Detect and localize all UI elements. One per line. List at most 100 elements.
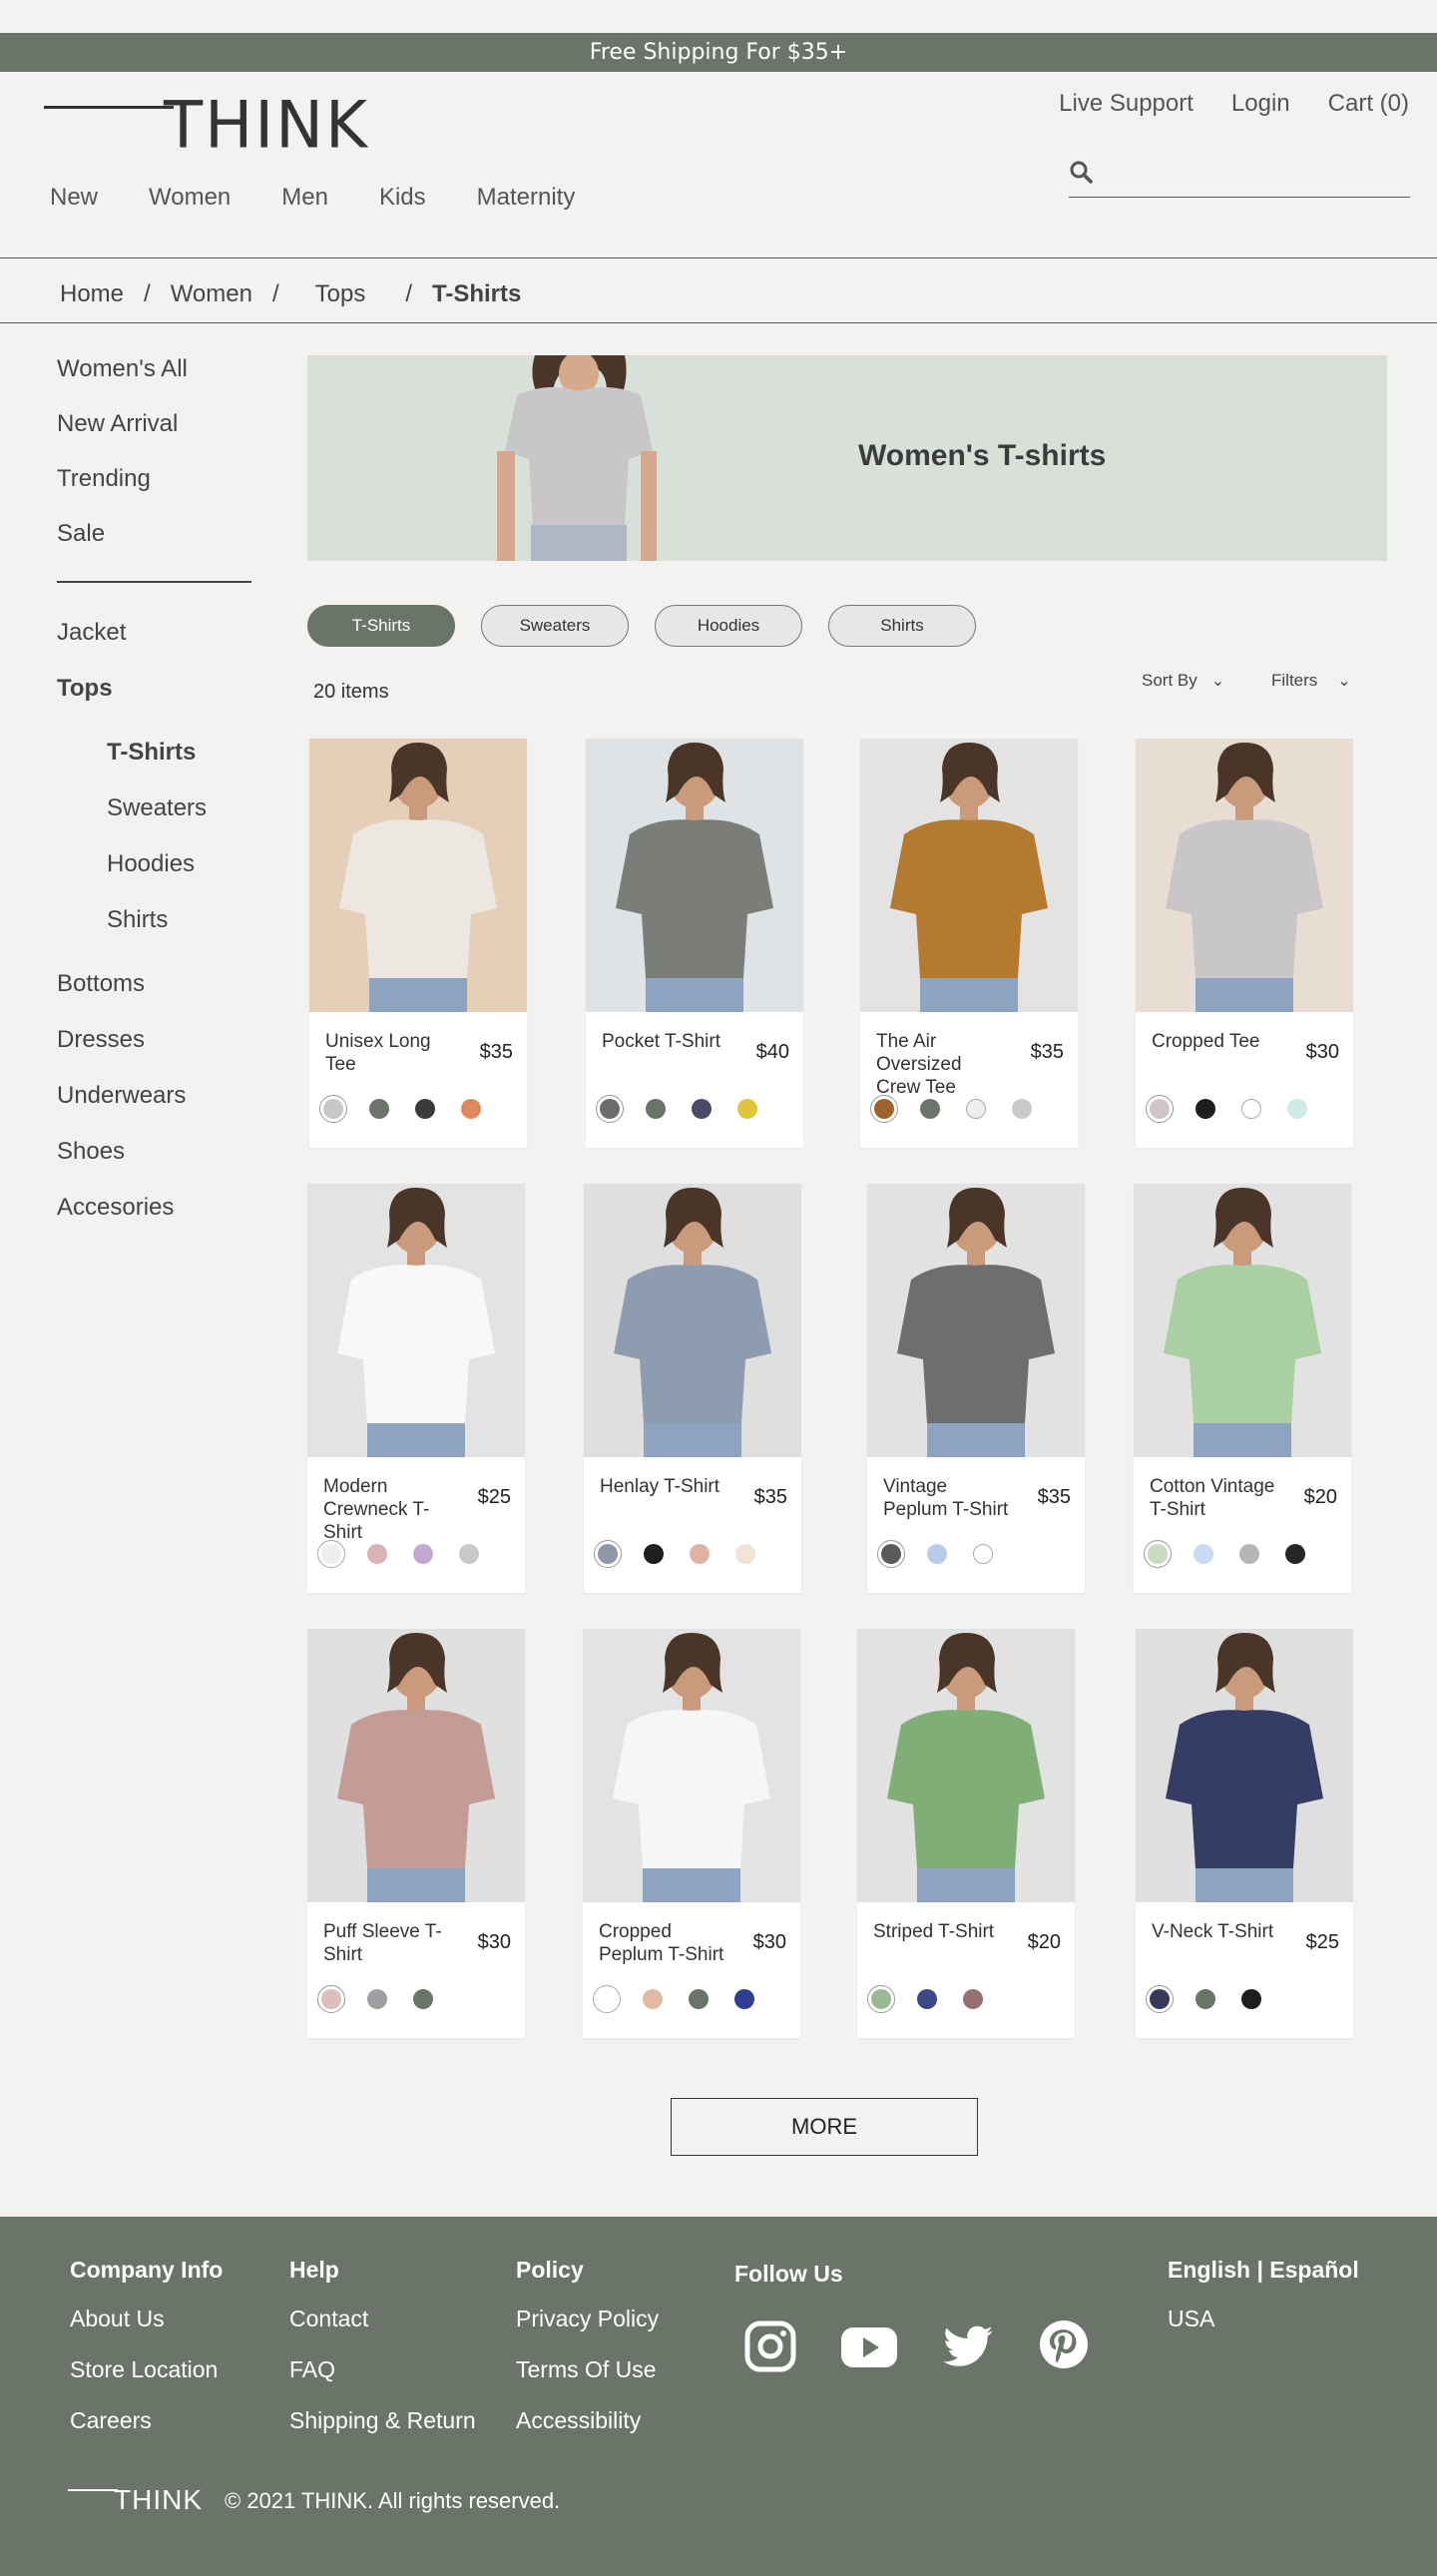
pinterest-icon[interactable] bbox=[1037, 2319, 1091, 2378]
sidebar-item-shoes[interactable]: Shoes bbox=[57, 1138, 125, 1166]
color-swatch[interactable] bbox=[1241, 1989, 1261, 2009]
footer-link-store-location[interactable]: Store Location bbox=[70, 2356, 223, 2383]
color-swatch[interactable] bbox=[877, 1540, 905, 1568]
footer-link-privacy[interactable]: Privacy Policy bbox=[516, 2306, 659, 2332]
live-support-link[interactable]: Live Support bbox=[1059, 90, 1194, 118]
product-name[interactable]: Cotton Vintage T-Shirt bbox=[1150, 1475, 1279, 1521]
footer-link-contact[interactable]: Contact bbox=[289, 2306, 476, 2332]
sidebar-item-sale[interactable]: Sale bbox=[57, 520, 105, 548]
footer-link-shipping[interactable]: Shipping & Return bbox=[289, 2407, 476, 2434]
sidebar-item-new-arrival[interactable]: New Arrival bbox=[57, 410, 178, 438]
color-swatch[interactable] bbox=[1196, 1989, 1215, 2009]
product-image[interactable] bbox=[860, 739, 1078, 1012]
color-swatch[interactable] bbox=[596, 1095, 624, 1123]
color-swatch[interactable] bbox=[594, 1540, 622, 1568]
nav-men[interactable]: Men bbox=[281, 184, 328, 212]
nav-maternity[interactable]: Maternity bbox=[477, 184, 576, 212]
product-image[interactable] bbox=[586, 739, 803, 1012]
color-swatch[interactable] bbox=[415, 1099, 435, 1119]
color-swatch[interactable] bbox=[1146, 1095, 1174, 1123]
sidebar-subitem-hoodies[interactable]: Hoodies bbox=[107, 850, 195, 878]
product-name[interactable]: Cropped Peplum T-Shirt bbox=[599, 1920, 728, 1966]
cart-link[interactable]: Cart (0) bbox=[1328, 90, 1409, 118]
product-name[interactable]: Pocket T-Shirt bbox=[602, 1030, 731, 1053]
color-swatch[interactable] bbox=[1194, 1544, 1213, 1564]
color-swatch[interactable] bbox=[319, 1095, 347, 1123]
color-swatch[interactable] bbox=[692, 1099, 712, 1119]
footer-link-careers[interactable]: Careers bbox=[70, 2407, 223, 2434]
product-card[interactable]: Cropped Peplum T-Shirt $30 bbox=[583, 1629, 800, 2038]
product-card[interactable]: Striped T-Shirt $20 bbox=[857, 1629, 1075, 2038]
sidebar-item-tops[interactable]: Tops bbox=[57, 675, 113, 703]
sidebar-subitem-shirts[interactable]: Shirts bbox=[107, 906, 168, 934]
product-name[interactable]: V-Neck T-Shirt bbox=[1152, 1920, 1281, 1943]
color-swatch[interactable] bbox=[973, 1544, 993, 1564]
product-card[interactable]: Cropped Tee $30 bbox=[1136, 739, 1353, 1148]
color-swatch[interactable] bbox=[690, 1544, 710, 1564]
product-name[interactable]: Vintage Peplum T-Shirt bbox=[883, 1475, 1013, 1521]
sidebar-item-trending[interactable]: Trending bbox=[57, 465, 151, 493]
color-swatch[interactable] bbox=[1287, 1099, 1307, 1119]
nav-kids[interactable]: Kids bbox=[379, 184, 426, 212]
footer-link-about[interactable]: About Us bbox=[70, 2306, 223, 2332]
youtube-icon[interactable] bbox=[839, 2319, 899, 2378]
product-image[interactable] bbox=[307, 1629, 525, 1902]
color-swatch[interactable] bbox=[317, 1985, 345, 2013]
color-swatch[interactable] bbox=[461, 1099, 481, 1119]
login-link[interactable]: Login bbox=[1231, 90, 1290, 118]
color-swatch[interactable] bbox=[413, 1544, 433, 1564]
color-swatch[interactable] bbox=[644, 1544, 664, 1564]
color-swatch[interactable] bbox=[643, 1989, 663, 2009]
product-card[interactable]: The Air Oversized Crew Tee $35 bbox=[860, 739, 1078, 1148]
breadcrumb-women[interactable]: Women bbox=[171, 280, 252, 308]
sidebar-item-underwears[interactable]: Underwears bbox=[57, 1082, 186, 1110]
footer-link-terms[interactable]: Terms Of Use bbox=[516, 2356, 659, 2383]
product-image[interactable] bbox=[584, 1184, 801, 1457]
product-card[interactable]: Unisex Long Tee $35 bbox=[309, 739, 527, 1148]
color-swatch[interactable] bbox=[963, 1989, 983, 2009]
twitter-icon[interactable] bbox=[941, 2319, 995, 2378]
nav-new[interactable]: New bbox=[50, 184, 98, 212]
color-swatch[interactable] bbox=[920, 1099, 940, 1119]
language-switch[interactable]: English | Español bbox=[1168, 2257, 1359, 2284]
color-swatch[interactable] bbox=[1241, 1099, 1261, 1119]
color-swatch[interactable] bbox=[689, 1989, 709, 2009]
color-swatch[interactable] bbox=[870, 1095, 898, 1123]
sidebar-item-bottoms[interactable]: Bottoms bbox=[57, 970, 145, 998]
product-card[interactable]: Cotton Vintage T-Shirt $20 bbox=[1134, 1184, 1351, 1593]
color-swatch[interactable] bbox=[317, 1540, 345, 1568]
product-name[interactable]: Striped T-Shirt bbox=[873, 1920, 1003, 1943]
sort-dropdown[interactable]: Sort By ⌄ bbox=[1142, 671, 1224, 691]
sidebar-item-jacket[interactable]: Jacket bbox=[57, 619, 126, 647]
product-name[interactable]: Puff Sleeve T-Shirt bbox=[323, 1920, 453, 1966]
country-selector[interactable]: USA bbox=[1168, 2306, 1359, 2332]
color-swatch[interactable] bbox=[1012, 1099, 1032, 1119]
color-swatch[interactable] bbox=[367, 1989, 387, 2009]
color-swatch[interactable] bbox=[927, 1544, 947, 1564]
product-card[interactable]: V-Neck T-Shirt $25 bbox=[1136, 1629, 1353, 2038]
product-card[interactable]: Puff Sleeve T-Shirt $30 bbox=[307, 1629, 525, 2038]
chip-shirts[interactable]: Shirts bbox=[828, 605, 976, 647]
color-swatch[interactable] bbox=[593, 1985, 621, 2013]
chip-hoodies[interactable]: Hoodies bbox=[655, 605, 802, 647]
filters-dropdown[interactable]: Filters ⌄ bbox=[1271, 671, 1351, 691]
product-name[interactable]: Modern Crewneck T-Shirt bbox=[323, 1475, 453, 1544]
color-swatch[interactable] bbox=[369, 1099, 389, 1119]
color-swatch[interactable] bbox=[367, 1544, 387, 1564]
breadcrumb-home[interactable]: Home bbox=[60, 280, 124, 308]
product-card[interactable]: Vintage Peplum T-Shirt $35 bbox=[867, 1184, 1085, 1593]
product-image[interactable] bbox=[857, 1629, 1075, 1902]
product-name[interactable]: Henlay T-Shirt bbox=[600, 1475, 729, 1498]
chip-tshirts[interactable]: T-Shirts bbox=[307, 605, 455, 647]
footer-link-faq[interactable]: FAQ bbox=[289, 2356, 476, 2383]
color-swatch[interactable] bbox=[917, 1989, 937, 2009]
product-image[interactable] bbox=[583, 1629, 800, 1902]
color-swatch[interactable] bbox=[966, 1099, 986, 1119]
product-name[interactable]: Unisex Long Tee bbox=[325, 1030, 455, 1076]
search-icon[interactable] bbox=[1069, 160, 1095, 186]
more-button[interactable]: MORE bbox=[671, 2098, 978, 2156]
product-card[interactable]: Pocket T-Shirt $40 bbox=[586, 739, 803, 1148]
color-swatch[interactable] bbox=[1146, 1985, 1174, 2013]
product-image[interactable] bbox=[1136, 1629, 1353, 1902]
color-swatch[interactable] bbox=[734, 1989, 754, 2009]
